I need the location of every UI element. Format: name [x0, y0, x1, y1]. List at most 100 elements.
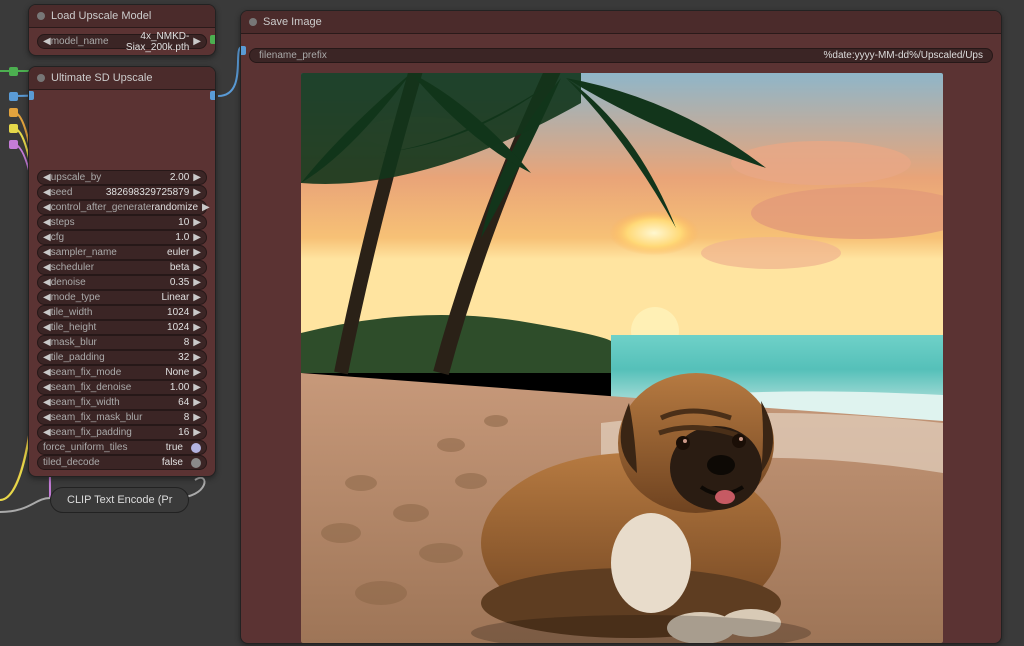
chevron-left-icon[interactable]: ◀ [43, 352, 51, 363]
param-seam_fix_mask_blur[interactable]: ◀seam_fix_mask_blur8▶ [37, 410, 207, 425]
param-label: steps [51, 217, 75, 228]
param-label: upscale_by [51, 172, 102, 183]
input-port-images[interactable] [240, 46, 246, 55]
chevron-left-icon[interactable]: ◀ [43, 172, 51, 183]
node-clip-text-encode[interactable]: CLIP Text Encode (Pr [50, 487, 189, 513]
param-cfg[interactable]: ◀cfg1.0▶ [37, 230, 207, 245]
chevron-left-icon[interactable]: ◀ [43, 337, 51, 348]
param-label: tile_width [51, 307, 93, 318]
node-load-upscale-model[interactable]: Load Upscale Model ◀ model_name 4x_NMKD-… [28, 4, 216, 56]
collapse-icon[interactable] [249, 18, 257, 26]
chevron-left-icon[interactable]: ◀ [43, 232, 51, 243]
param-value: None [121, 367, 193, 378]
port-model[interactable] [9, 67, 18, 76]
chevron-left-icon[interactable]: ◀ [43, 217, 51, 228]
chevron-right-icon[interactable]: ▶ [193, 187, 201, 198]
port-cond-neg[interactable] [9, 124, 18, 133]
chevron-right-icon[interactable]: ▶ [193, 277, 201, 288]
param-control_after_generate[interactable]: ◀control_after_generaterandomize▶ [37, 200, 207, 215]
node-header[interactable]: Load Upscale Model [29, 5, 215, 28]
param-scheduler[interactable]: ◀schedulerbeta▶ [37, 260, 207, 275]
param-value: 8 [142, 412, 193, 423]
chevron-right-icon[interactable]: ▶ [193, 367, 201, 378]
toggle-icon[interactable] [191, 458, 201, 468]
param-value: Linear [100, 292, 193, 303]
output-port-upscale-model[interactable] [210, 35, 216, 44]
chevron-right-icon[interactable]: ▶ [193, 397, 201, 408]
param-seam_fix_padding[interactable]: ◀seam_fix_padding16▶ [37, 425, 207, 440]
chevron-left-icon[interactable]: ◀ [43, 307, 51, 318]
param-tile_width[interactable]: ◀tile_width1024▶ [37, 305, 207, 320]
port-vae[interactable] [9, 140, 18, 149]
param-label: tile_padding [51, 352, 105, 363]
image-preview[interactable] [301, 73, 943, 643]
param-value: 1024 [92, 307, 193, 318]
param-mask_blur[interactable]: ◀mask_blur8▶ [37, 335, 207, 350]
chevron-left-icon[interactable]: ◀ [43, 412, 51, 423]
param-tile_height[interactable]: ◀tile_height1024▶ [37, 320, 207, 335]
port-image[interactable] [9, 92, 18, 101]
chevron-right-icon[interactable]: ▶ [193, 412, 201, 423]
chevron-left-icon[interactable]: ◀ [43, 36, 51, 47]
param-tiled_decode[interactable]: tiled_decodefalse [37, 455, 207, 470]
chevron-left-icon[interactable]: ◀ [43, 397, 51, 408]
chevron-left-icon[interactable]: ◀ [43, 367, 51, 378]
chevron-left-icon[interactable]: ◀ [43, 277, 51, 288]
param-value: 16 [132, 427, 193, 438]
param-tile_padding[interactable]: ◀tile_padding32▶ [37, 350, 207, 365]
node-header[interactable]: Save Image [241, 11, 1001, 34]
param-seam_fix_width[interactable]: ◀seam_fix_width64▶ [37, 395, 207, 410]
param-label: sampler_name [51, 247, 117, 258]
output-port-image[interactable] [210, 91, 216, 100]
param-seam_fix_denoise[interactable]: ◀seam_fix_denoise1.00▶ [37, 380, 207, 395]
chevron-left-icon[interactable]: ◀ [43, 292, 51, 303]
param-value: 0.35 [86, 277, 194, 288]
param-label: tiled_decode [43, 457, 100, 468]
filename-prefix-input[interactable]: filename_prefix %date:yyyy-MM-dd%/Upscal… [249, 48, 993, 63]
chevron-left-icon[interactable]: ◀ [43, 382, 51, 393]
chevron-right-icon[interactable]: ▶ [193, 322, 201, 333]
param-mode_type[interactable]: ◀mode_typeLinear▶ [37, 290, 207, 305]
chevron-left-icon[interactable]: ◀ [43, 427, 51, 438]
toggle-icon[interactable] [191, 443, 201, 453]
node-ultimate-sd-upscale[interactable]: Ultimate SD Upscale ◀upscale_by2.00▶◀see… [28, 66, 216, 477]
chevron-right-icon[interactable]: ▶ [193, 352, 201, 363]
param-seam_fix_mode[interactable]: ◀seam_fix_modeNone▶ [37, 365, 207, 380]
chevron-right-icon[interactable]: ▶ [193, 232, 201, 243]
chevron-left-icon[interactable]: ◀ [43, 262, 51, 273]
chevron-right-icon[interactable]: ▶ [193, 217, 201, 228]
chevron-right-icon[interactable]: ▶ [193, 262, 201, 273]
param-label: seam_fix_mask_blur [51, 412, 143, 423]
chevron-right-icon[interactable]: ▶ [193, 292, 201, 303]
node-header[interactable]: Ultimate SD Upscale [29, 67, 215, 90]
chevron-right-icon[interactable]: ▶ [202, 202, 210, 213]
param-upscale_by[interactable]: ◀upscale_by2.00▶ [37, 170, 207, 185]
chevron-left-icon[interactable]: ◀ [43, 187, 51, 198]
node-title-text: CLIP Text Encode (Pr [67, 494, 172, 506]
param-seed[interactable]: ◀seed382698329725879▶ [37, 185, 207, 200]
param-label: model_name [51, 36, 109, 47]
param-sampler_name[interactable]: ◀sampler_nameeuler▶ [37, 245, 207, 260]
preview-artwork [301, 73, 943, 643]
param-label: seam_fix_padding [51, 427, 132, 438]
input-port-image[interactable] [28, 91, 34, 100]
chevron-right-icon[interactable]: ▶ [193, 382, 201, 393]
model-name-selector[interactable]: ◀ model_name 4x_NMKD-Siax_200k.pth ▶ [37, 34, 207, 49]
chevron-left-icon[interactable]: ◀ [43, 247, 51, 258]
chevron-left-icon[interactable]: ◀ [43, 322, 51, 333]
param-steps[interactable]: ◀steps10▶ [37, 215, 207, 230]
chevron-right-icon[interactable]: ▶ [193, 427, 201, 438]
collapse-icon[interactable] [37, 12, 45, 20]
chevron-right-icon[interactable]: ▶ [193, 247, 201, 258]
chevron-right-icon[interactable]: ▶ [193, 307, 201, 318]
param-force_uniform_tiles[interactable]: force_uniform_tilestrue [37, 440, 207, 455]
chevron-left-icon[interactable]: ◀ [43, 202, 51, 213]
node-graph-canvas[interactable]: Load Upscale Model ◀ model_name 4x_NMKD-… [0, 0, 1024, 646]
chevron-right-icon[interactable]: ▶ [193, 337, 201, 348]
param-denoise[interactable]: ◀denoise0.35▶ [37, 275, 207, 290]
node-save-image[interactable]: Save Image filename_prefix %date:yyyy-MM… [240, 10, 1002, 644]
port-cond-pos[interactable] [9, 108, 18, 117]
collapse-icon[interactable] [37, 74, 45, 82]
chevron-right-icon[interactable]: ▶ [193, 172, 201, 183]
chevron-right-icon[interactable]: ▶ [193, 36, 201, 47]
